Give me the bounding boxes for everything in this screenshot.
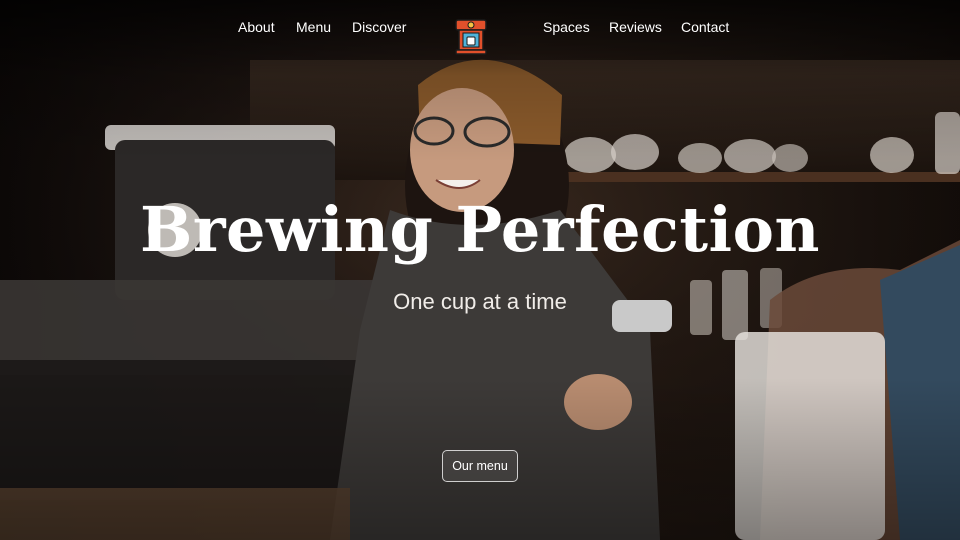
hero-subheadline: One cup at a time bbox=[393, 289, 567, 314]
nav-link-discover[interactable]: Discover bbox=[352, 19, 406, 35]
hero-headline: Brewing Perfection bbox=[139, 193, 820, 266]
our-menu-button[interactable]: Our menu bbox=[442, 450, 518, 482]
main-navigation: About Menu Discover Spaces Reviews Conta… bbox=[0, 0, 960, 55]
espresso-machine-icon[interactable] bbox=[455, 19, 487, 55]
nav-link-contact[interactable]: Contact bbox=[681, 19, 729, 35]
nav-link-menu[interactable]: Menu bbox=[296, 19, 331, 35]
nav-link-reviews[interactable]: Reviews bbox=[609, 19, 662, 35]
hero-section: About Menu Discover Spaces Reviews Conta… bbox=[0, 0, 960, 540]
nav-link-about[interactable]: About bbox=[238, 19, 275, 35]
nav-link-spaces[interactable]: Spaces bbox=[543, 19, 590, 35]
